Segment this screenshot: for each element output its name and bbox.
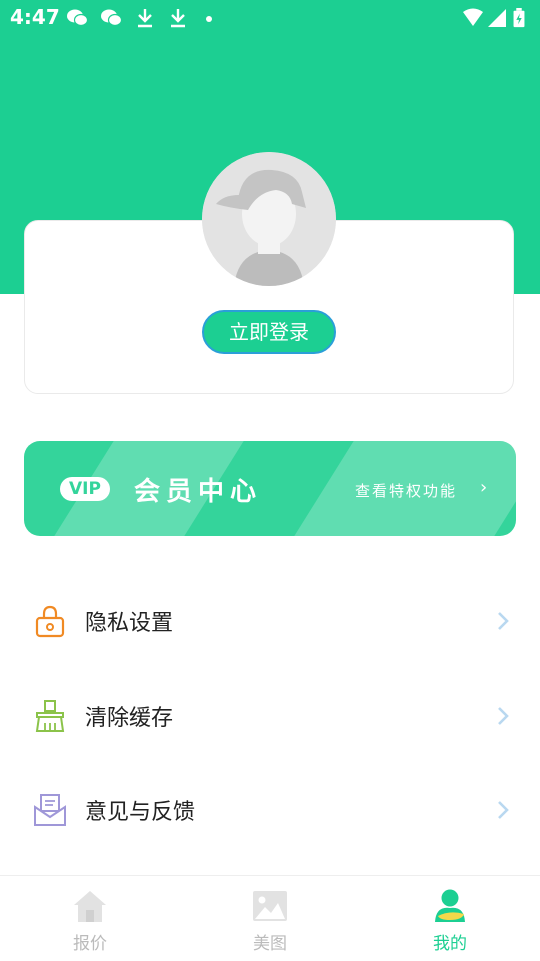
broom-icon bbox=[35, 700, 65, 732]
menu-item-privacy[interactable]: 隐私设置 bbox=[0, 586, 540, 656]
vip-banner[interactable]: VIP 会员中心 查看特权功能 › bbox=[24, 441, 516, 536]
chevron-right-icon bbox=[498, 612, 509, 630]
tab-mine[interactable]: 我的 bbox=[360, 876, 540, 961]
login-button[interactable]: 立即登录 bbox=[202, 310, 336, 354]
tab-gallery[interactable]: 美图 bbox=[180, 876, 360, 961]
chevron-right-icon bbox=[498, 707, 509, 725]
download-icon bbox=[138, 9, 152, 28]
download-icon bbox=[171, 9, 185, 28]
status-time: 4:47 bbox=[10, 5, 60, 29]
battery-icon bbox=[513, 8, 525, 28]
chevron-right-icon: › bbox=[480, 477, 488, 498]
tab-label: 报价 bbox=[73, 934, 107, 954]
wechat-icon bbox=[67, 9, 88, 27]
status-bar: 4:47 bbox=[0, 0, 540, 36]
lock-icon bbox=[35, 605, 65, 638]
vip-privileges-link[interactable]: 查看特权功能 bbox=[355, 480, 457, 501]
menu-item-feedback[interactable]: 意见与反馈 bbox=[0, 775, 540, 845]
bottom-nav: 报价 美图 我的 bbox=[0, 875, 540, 961]
vip-badge: VIP bbox=[60, 477, 110, 501]
mail-icon bbox=[34, 794, 66, 826]
wechat-icon bbox=[101, 9, 122, 27]
menu-item-clear-cache[interactable]: 清除缓存 bbox=[0, 681, 540, 751]
tab-label: 美图 bbox=[253, 934, 287, 954]
user-icon bbox=[435, 889, 465, 922]
image-icon bbox=[253, 891, 287, 921]
menu-label: 清除缓存 bbox=[85, 706, 174, 731]
chevron-right-icon bbox=[498, 801, 509, 819]
tab-quote[interactable]: 报价 bbox=[0, 876, 180, 961]
tab-label: 我的 bbox=[433, 934, 467, 954]
menu-label: 隐私设置 bbox=[85, 611, 174, 636]
signal-icon bbox=[488, 9, 506, 27]
menu-label: 意见与反馈 bbox=[85, 800, 196, 825]
default-avatar-icon bbox=[202, 152, 336, 286]
notification-dot-icon bbox=[206, 16, 212, 22]
vip-title: 会员中心 bbox=[134, 477, 263, 507]
home-icon bbox=[74, 891, 106, 922]
avatar[interactable] bbox=[202, 152, 336, 286]
wifi-icon bbox=[463, 8, 483, 26]
